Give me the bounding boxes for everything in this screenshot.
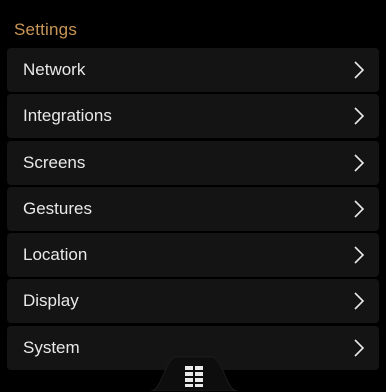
chevron-right-icon bbox=[353, 338, 365, 358]
menu-item-label: Location bbox=[23, 245, 88, 265]
page-title: Settings bbox=[14, 20, 78, 39]
menu-item-location[interactable]: Location bbox=[7, 233, 379, 278]
menu-item-label: Gestures bbox=[23, 198, 92, 218]
menu-item-display[interactable]: Display bbox=[7, 279, 379, 324]
chevron-right-icon bbox=[353, 60, 365, 80]
menu-item-label: Integrations bbox=[23, 106, 112, 126]
chevron-right-icon bbox=[353, 291, 365, 311]
menu-item-label: System bbox=[23, 337, 80, 357]
menu-item-label: Network bbox=[23, 60, 86, 79]
chevron-right-icon bbox=[353, 106, 365, 126]
menu-item-network[interactable]: Network bbox=[7, 48, 379, 92]
settings-menu: Network Integrations Screens Gestures Lo… bbox=[7, 48, 379, 372]
menu-item-label: Display bbox=[23, 291, 79, 311]
menu-item-integrations[interactable]: Integrations bbox=[7, 94, 379, 139]
chevron-right-icon bbox=[353, 199, 365, 219]
bottom-grid-button[interactable] bbox=[151, 351, 237, 391]
chevron-right-icon bbox=[353, 153, 365, 173]
menu-item-label: Screens bbox=[23, 152, 86, 172]
chevron-right-icon bbox=[353, 245, 365, 265]
menu-item-gestures[interactable]: Gestures bbox=[7, 186, 379, 231]
menu-item-screens[interactable]: Screens bbox=[7, 140, 379, 185]
grid-icon bbox=[185, 366, 203, 387]
